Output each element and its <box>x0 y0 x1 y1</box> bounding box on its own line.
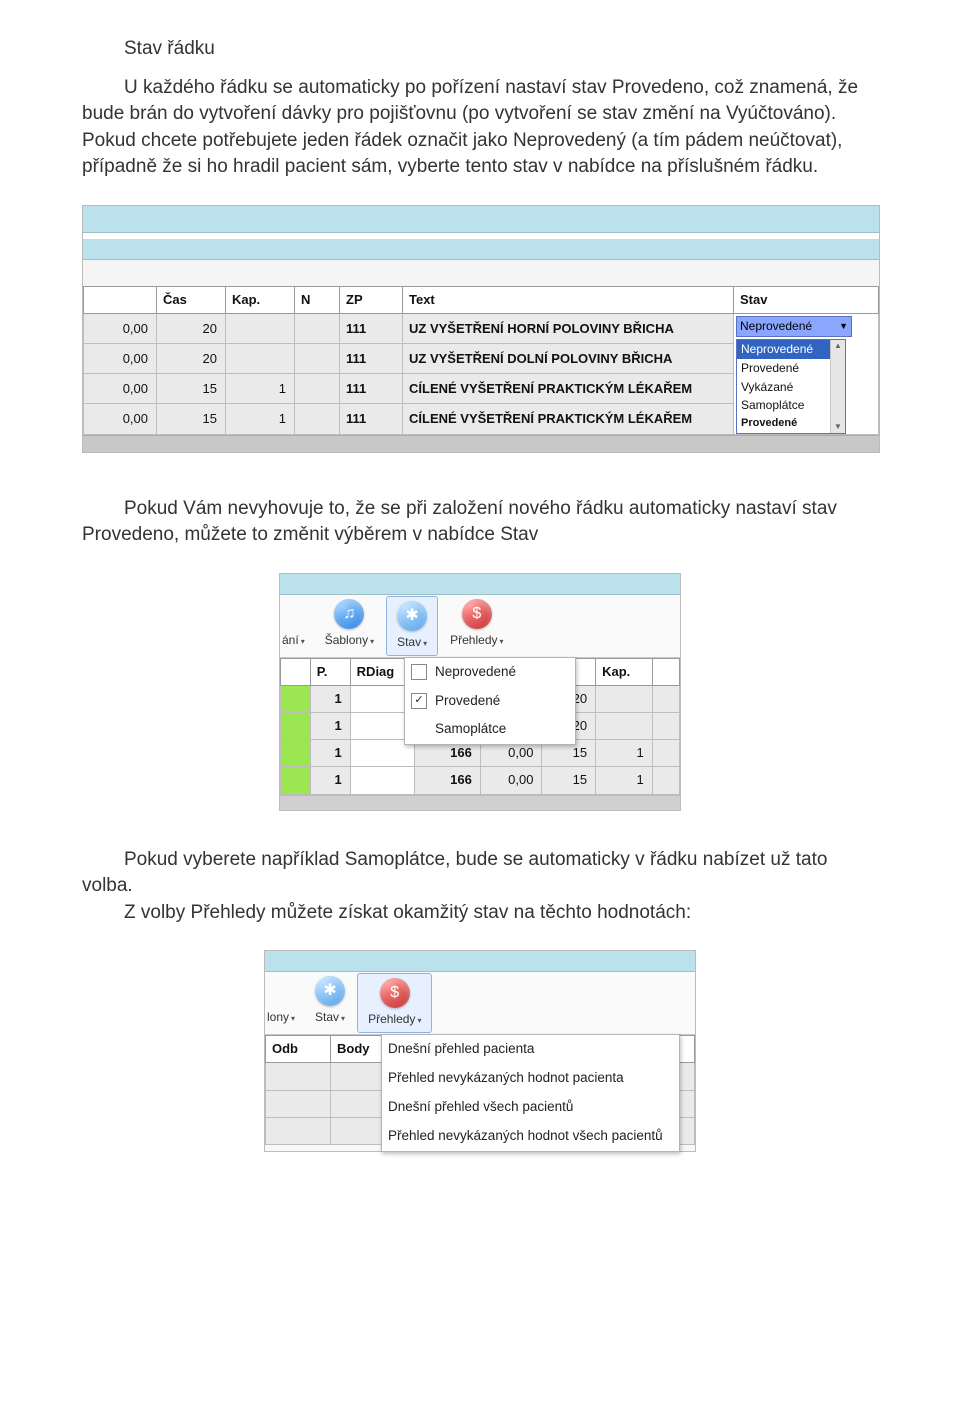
stav-icon: ✱ <box>315 976 345 1006</box>
toolbar-partial-button[interactable]: ání▾ <box>280 595 315 657</box>
figure-2: ání▾ ♫ Šablony▾ ✱ Stav▾ $ Přehledy▾ <box>82 573 878 811</box>
checkbox-checked-icon: ✓ <box>411 693 427 709</box>
stav-option-neprovedene[interactable]: Neprovedené <box>737 340 845 359</box>
col-p: P. <box>310 658 350 685</box>
stav-option-samoplatce[interactable]: Samoplátce <box>737 396 845 415</box>
toolbar-sablony-label: Šablony <box>325 633 368 647</box>
toolbar-prehledy-button-3[interactable]: $ Přehledy▾ <box>357 973 432 1033</box>
stav-icon: ✱ <box>397 601 427 631</box>
menu-item-dnesni-pacient[interactable]: Dnešní přehled pacienta <box>382 1035 679 1064</box>
menu-item-label: Provedené <box>435 692 500 711</box>
prehledy-menu[interactable]: Dnešní přehled pacienta Přehled nevykáza… <box>381 1034 680 1152</box>
menu-item-nevykazane-pacient[interactable]: Přehled nevykázaných hodnot pacienta <box>382 1064 679 1093</box>
table-1: Čas Kap. N ZP Text Stav 0,00 20 111 <box>83 286 879 435</box>
toolbar-partial-button-3[interactable]: lony▾ <box>265 972 305 1034</box>
toolbar-stav-button[interactable]: ✱ Stav▾ <box>386 596 438 656</box>
table-row: 0,00 20 111 UZ VYŠETŘENÍ HORNÍ POLOVINY … <box>84 314 879 344</box>
paragraph-1: U každého řádku se automaticky po poříze… <box>82 75 878 181</box>
menu-item-provedene[interactable]: ✓ Provedené <box>405 687 575 716</box>
menu-item-label: Přehled nevykázaných hodnot všech pacien… <box>388 1127 663 1146</box>
stav-option-vykazane[interactable]: Vykázané <box>737 378 845 397</box>
menu-item-label: Dnešní přehled všech pacientů <box>388 1098 573 1117</box>
toolbar-sablony-button[interactable]: ♫ Šablony▾ <box>315 595 384 657</box>
menu-item-label: Samoplátce <box>435 720 506 739</box>
toolbar-prehledy-label: Přehledy <box>450 633 497 647</box>
menu-item-dnesni-vsech[interactable]: Dnešní přehled všech pacientů <box>382 1093 679 1122</box>
col-cas: Čas <box>157 286 226 313</box>
stav-option-provedene-2[interactable]: Provedené <box>737 415 845 432</box>
menu-item-samoplatce[interactable]: Samoplátce <box>405 715 575 744</box>
menu-item-label: Dnešní přehled pacienta <box>388 1040 534 1059</box>
col-stav: Stav <box>734 286 879 313</box>
col-kap: Kap. <box>226 286 295 313</box>
paragraph-2: Pokud Vám nevyhovuje to, že se při založ… <box>82 496 878 549</box>
stav-dropdown[interactable]: Neprovedené Provedené Vykázané Samoplátc… <box>736 339 846 434</box>
col-zp: ZP <box>340 286 403 313</box>
col-odb: Odb <box>266 1036 331 1063</box>
col-n: N <box>295 286 340 313</box>
toolbar-stav-label: Stav <box>315 1010 339 1024</box>
col-kap2: Kap. <box>596 658 653 685</box>
stav-menu[interactable]: Neprovedené ✓ Provedené Samoplátce <box>404 657 576 746</box>
menu-item-label: Neprovedené <box>435 663 516 682</box>
stav-select[interactable]: Neprovedené ▼ <box>736 316 852 337</box>
chevron-down-icon: ▼ <box>839 320 848 333</box>
table-row: 1 166 0,00 15 1 <box>281 767 680 794</box>
menu-item-nevykazane-vsech[interactable]: Přehled nevykázaných hodnot všech pacien… <box>382 1122 679 1151</box>
paragraph-3: Pokud vyberete například Samoplátce, bud… <box>82 847 878 927</box>
toolbar-2: ání▾ ♫ Šablony▾ ✱ Stav▾ $ Přehledy▾ <box>280 595 680 658</box>
stav-select-value: Neprovedené <box>740 318 812 335</box>
stav-option-provedene[interactable]: Provedené <box>737 359 845 378</box>
toolbar-3: lony▾ ✱ Stav▾ $ Přehledy▾ <box>265 972 695 1035</box>
col-blank <box>84 286 157 313</box>
menu-item-neprovedene[interactable]: Neprovedené <box>405 658 575 687</box>
dropdown-scrollbar[interactable]: ▲▼ <box>830 340 845 433</box>
col-text: Text <box>403 286 734 313</box>
prehledy-icon: $ <box>462 599 492 629</box>
toolbar-partial-label: ání <box>282 633 299 647</box>
templates-icon: ♫ <box>334 599 364 629</box>
prehledy-icon: $ <box>380 978 410 1008</box>
menu-item-label: Přehled nevykázaných hodnot pacienta <box>388 1069 624 1088</box>
checkbox-unchecked-icon <box>411 664 427 680</box>
section-title: Stav řádku <box>124 36 878 63</box>
toolbar-stav-label: Stav <box>397 635 421 649</box>
figure-1: Čas Kap. N ZP Text Stav 0,00 20 111 <box>82 205 878 460</box>
toolbar-partial-label: lony <box>267 1010 289 1024</box>
figure-3: lony▾ ✱ Stav▾ $ Přehledy▾ Odb Body <box>82 950 878 1152</box>
table-1-header-row: Čas Kap. N ZP Text Stav <box>84 286 879 313</box>
toolbar-stav-button-3[interactable]: ✱ Stav▾ <box>305 972 355 1034</box>
toolbar-prehledy-button[interactable]: $ Přehledy▾ <box>440 595 513 657</box>
toolbar-prehledy-label: Přehledy <box>368 1012 415 1026</box>
